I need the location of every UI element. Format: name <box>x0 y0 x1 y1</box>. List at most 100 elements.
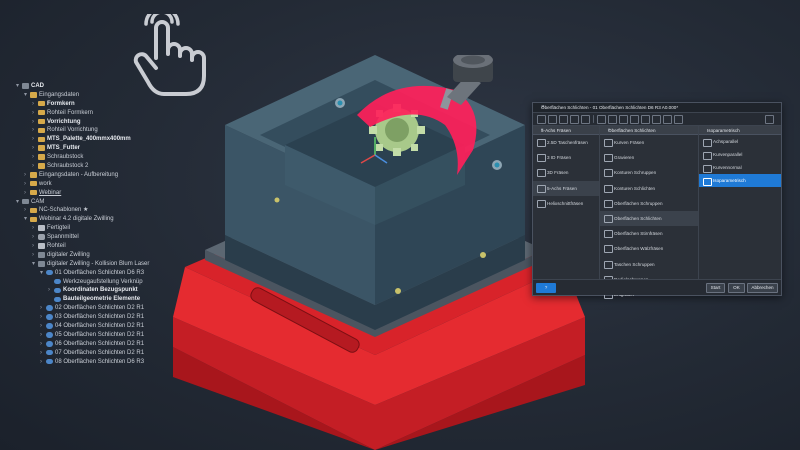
tree-item-label: 06 Oberflächen Schlichten D2 R1 <box>55 340 145 347</box>
tree-item-label: Rohteil Vorrichtung <box>47 127 98 134</box>
toolbar-separator <box>593 115 594 123</box>
dialog-titlebar: Oberflächen Schlichten - 01 Oberflächen … <box>533 103 781 113</box>
tree-item-label: Webinar <box>39 189 62 196</box>
option-label: Konturen Schlichten <box>614 185 656 191</box>
op-icon <box>46 269 53 276</box>
list-icon[interactable] <box>652 115 661 124</box>
option-icon <box>604 169 613 178</box>
help-button[interactable]: ? <box>536 283 556 293</box>
folder-icon <box>30 180 37 187</box>
tree-item-label: CAD <box>31 83 44 89</box>
option-label: Gravieren <box>614 155 635 161</box>
option-icon <box>604 184 613 193</box>
option-item[interactable]: Helixschnittfräsen <box>533 196 599 211</box>
strategy-icon[interactable] <box>619 115 628 124</box>
geometry-icon[interactable] <box>597 115 606 124</box>
op-icon <box>54 296 61 303</box>
link-icon[interactable] <box>630 115 639 124</box>
option-icon <box>703 178 712 186</box>
option-icon <box>537 169 546 178</box>
mirror-icon[interactable] <box>548 115 557 124</box>
op-icon <box>54 287 61 294</box>
option-label: 5-Achs Fräsen <box>547 185 577 191</box>
option-item[interactable]: 2.5D Taschenfräsen <box>533 135 599 150</box>
op-icon <box>46 305 53 311</box>
option-label: Oberflächen Stirnfräsen <box>614 231 663 237</box>
run-icon[interactable] <box>537 115 546 124</box>
tree-item-label: MTS_Futter <box>47 145 80 152</box>
option-icon <box>537 139 546 147</box>
tree-item-label: Bauteilgeometrie Elemente <box>63 296 141 303</box>
option-item[interactable]: 5-Achs Fräsen <box>533 180 599 196</box>
method-header[interactable]: Isoparametrisch <box>699 126 781 135</box>
op-icon <box>46 358 53 365</box>
option-label: 3D Fräsen <box>547 170 569 176</box>
folder-icon <box>38 154 45 160</box>
category-column: 5-Achs Fräsen ▾ 2.5D Taschenfräsen 3 ID F… <box>533 126 600 279</box>
tree-item-label: Eingangsdaten <box>39 91 80 98</box>
chevron-down-icon: ▾ <box>608 127 611 132</box>
option-label: Kurven Fräsen <box>614 140 645 145</box>
close-icon[interactable]: ✕ <box>541 104 777 110</box>
tree-item-label: Fertigteil <box>47 225 71 232</box>
tree-item-label: 08 Oberflächen Schlichten D6 R3 <box>55 358 145 365</box>
option-item[interactable]: Oberflächen Schruppen <box>600 196 698 211</box>
option-item[interactable]: Taschen Schruppen <box>600 257 698 272</box>
ok-button[interactable]: OK <box>728 283 745 293</box>
option-item[interactable]: Konturen Schruppen <box>600 165 698 180</box>
option-item[interactable]: Achsparallel <box>699 135 781 148</box>
folder-icon <box>38 109 45 116</box>
folder-icon <box>30 207 37 214</box>
option-item[interactable]: Kurvennormal <box>699 161 781 174</box>
option-item[interactable]: Oberflächen Wälzfräsen <box>600 241 698 256</box>
option-icon <box>604 154 613 163</box>
option-icon <box>604 245 613 254</box>
method-column: Isoparametrisch Achsparallel Kurvenparall… <box>699 126 781 279</box>
option-item[interactable]: Konturen Schlichten <box>600 181 698 196</box>
dialog-toolbar <box>533 113 781 126</box>
tool-icon[interactable] <box>581 115 590 124</box>
strategy-header[interactable]: Oberflächen Schlichten ▾ <box>600 126 698 135</box>
tree-item-label: Werkzeugaufstellung Verknüp <box>63 278 143 285</box>
settings-icon[interactable] <box>559 115 568 124</box>
option-icon <box>604 139 613 147</box>
tree-item-label: 05 Oberflächen Schlichten D2 R1 <box>55 331 145 338</box>
start-button[interactable]: Start <box>706 283 725 293</box>
option-label: Kurvennormal <box>713 165 742 170</box>
options-icon[interactable] <box>765 115 774 124</box>
part-icon <box>38 225 45 231</box>
option-item[interactable]: 3 ID Fräsen <box>533 150 599 165</box>
option-icon <box>703 152 712 160</box>
folder-icon <box>30 216 37 223</box>
option-icon <box>604 260 613 269</box>
option-item[interactable]: Isoparametrisch <box>699 174 781 187</box>
tree-item-label: Schraubstock 2 <box>47 163 89 170</box>
option-label: Oberflächen Wälzfräsen <box>614 246 664 252</box>
option-item[interactable]: Oberflächen Stirnfräsen <box>600 226 698 241</box>
info-icon[interactable] <box>674 115 683 124</box>
option-item[interactable]: 3D Fräsen <box>533 165 599 180</box>
cad-3d-viewport[interactable] <box>165 55 585 450</box>
folder-icon <box>38 127 45 134</box>
folder-icon <box>30 189 37 196</box>
tree-item-label: Koordinaten Bezugspunkt <box>63 287 138 294</box>
folder-icon <box>30 92 37 98</box>
option-item[interactable]: Oberflächen Schlichten <box>600 210 698 227</box>
tree-item-label: 07 Oberflächen Schlichten D2 R1 <box>55 349 145 356</box>
category-header[interactable]: 5-Achs Fräsen ▾ <box>533 126 599 135</box>
option-item[interactable]: Gravieren <box>600 150 698 165</box>
option-icon <box>604 214 613 223</box>
layers-icon[interactable] <box>608 115 617 124</box>
save-icon[interactable] <box>570 115 579 124</box>
tree-item-label: Eingangsdaten - Aufbereitung <box>39 171 119 178</box>
category-list: 2.5D Taschenfräsen 3 ID Fräsen 3D Fräsen 5-… <box>533 135 599 211</box>
option-icon <box>537 154 546 163</box>
tree-item-label: work <box>39 180 52 187</box>
operation-dialog[interactable]: Oberflächen Schlichten - 01 Oberflächen … <box>532 102 782 299</box>
parameter-icon[interactable] <box>663 115 672 124</box>
folder-icon <box>38 118 45 125</box>
simulate-icon[interactable] <box>641 115 650 124</box>
cancel-button[interactable]: Abbrechen <box>747 283 778 293</box>
option-item[interactable]: Kurven Fräsen <box>600 135 698 150</box>
option-item[interactable]: Kurvenparallel <box>699 148 781 161</box>
